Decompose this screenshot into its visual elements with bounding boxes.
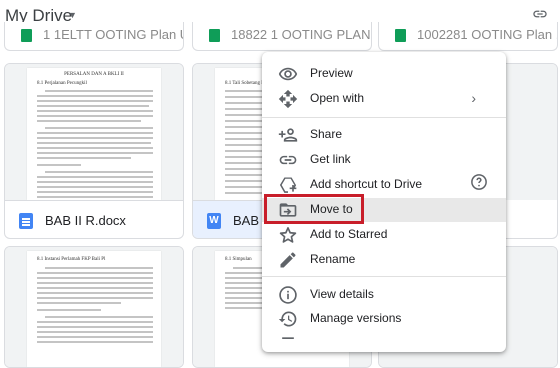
menu-item-label: Manage versions xyxy=(310,311,402,325)
page-subheader-text: 8.1 Perjalanan Pecungkil xyxy=(37,81,87,86)
menu-item-partial[interactable] xyxy=(262,332,506,356)
person-add-icon xyxy=(278,128,298,142)
file-name: 1002281 OOTING Plan ... xyxy=(417,27,558,42)
title-dropdown-icon[interactable]: ▼ xyxy=(68,10,77,20)
page-subheader-text: 8.1 Simpulan xyxy=(225,257,252,262)
eye-icon xyxy=(278,67,298,81)
file-card[interactable]: PERSALAN DAN A BKLI II 8.1 Perjalanan Pe… xyxy=(4,63,184,239)
add-shortcut-icon xyxy=(279,177,297,193)
download-icon xyxy=(282,337,294,339)
open-with-icon xyxy=(278,89,298,109)
document-page-preview: 8.1 Instansi Perlamah FKP Bali Pl xyxy=(27,251,161,367)
menu-divider xyxy=(262,276,506,277)
menu-item-share[interactable]: Share xyxy=(262,123,506,147)
document-page-preview: PERSALAN DAN A BKLI II 8.1 Perjalanan Pe… xyxy=(27,68,161,200)
page-header-text: PERSALAN DAN A BKLI II xyxy=(64,72,124,77)
file-name: 1 1ELTT OOTING Plan Un... xyxy=(43,27,183,42)
menu-item-add-to-starred[interactable]: Add to Starred xyxy=(262,223,506,247)
link-icon xyxy=(279,155,297,165)
file-card[interactable]: 1002281 OOTING Plan ... xyxy=(378,22,558,51)
file-card[interactable]: 1 1ELTT OOTING Plan Un... xyxy=(4,22,184,51)
file-name: 18822 1 OOTING PLAN ... xyxy=(231,27,372,42)
chevron-right-icon: › xyxy=(471,90,476,106)
menu-item-label: Preview xyxy=(310,66,353,80)
menu-item-preview[interactable]: Preview xyxy=(262,62,506,86)
menu-item-view-details[interactable]: View details xyxy=(262,283,506,307)
menu-item-open-with[interactable]: Open with › xyxy=(262,87,506,111)
menu-item-label: Share xyxy=(310,127,343,141)
sheets-file-icon xyxy=(395,29,406,42)
sheets-file-icon xyxy=(21,29,32,42)
sheets-file-icon xyxy=(209,29,220,42)
file-card[interactable]: 18822 1 OOTING PLAN ... xyxy=(192,22,372,51)
menu-divider xyxy=(262,117,506,118)
menu-item-label: Add to Starred xyxy=(310,227,388,241)
docs-file-icon xyxy=(19,213,33,229)
menu-item-label: Get link xyxy=(310,152,351,166)
file-card[interactable]: 8.1 Instansi Perlamah FKP Bali Pl xyxy=(4,246,184,368)
annotation-highlight-box xyxy=(264,194,364,224)
link-icon[interactable] xyxy=(530,6,550,22)
menu-item-rename[interactable]: Rename xyxy=(262,248,506,272)
info-icon xyxy=(279,286,297,304)
menu-item-manage-versions[interactable]: Manage versions xyxy=(262,307,506,331)
file-thumbnail: PERSALAN DAN A BKLI II 8.1 Perjalanan Pe… xyxy=(5,64,183,200)
card-footer: BAB II R.docx xyxy=(5,200,183,238)
file-thumbnail: 8.1 Instansi Perlamah FKP Bali Pl xyxy=(5,247,183,367)
star-icon xyxy=(279,227,297,243)
word-file-icon: W xyxy=(207,213,221,229)
help-icon[interactable] xyxy=(470,173,488,191)
menu-item-label: Open with xyxy=(310,91,365,105)
menu-item-label: Add shortcut to Drive xyxy=(310,177,423,191)
menu-item-label: View details xyxy=(310,287,374,301)
menu-item-label: Rename xyxy=(310,252,356,266)
pencil-icon xyxy=(280,252,296,268)
file-name: BAB II R.docx xyxy=(45,213,126,228)
page-subheader-text: 8.1 Instansi Perlamah FKP Bali Pl xyxy=(37,257,106,262)
history-icon xyxy=(278,311,297,327)
menu-item-get-link[interactable]: Get link xyxy=(262,148,506,172)
